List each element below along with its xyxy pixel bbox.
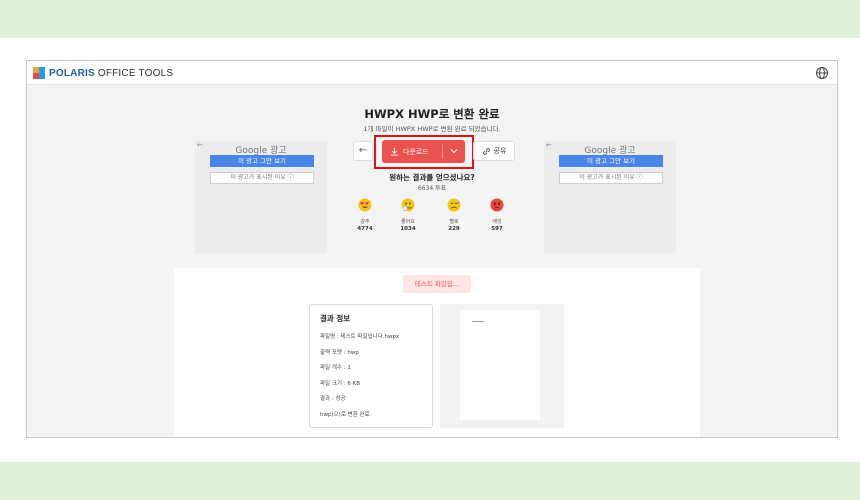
thumbs-up-emoji-icon: [401, 198, 415, 212]
share-label: 공유: [493, 147, 507, 155]
document-preview[interactable]: [440, 304, 564, 428]
brand-name: POLARIS OFFICE TOOLS: [49, 67, 174, 79]
preview-text-line: [472, 321, 484, 322]
page-title: HWPX HWP로 변환 완료: [364, 107, 500, 121]
ad-stop-button[interactable]: 이 광고 그만 보기: [210, 155, 314, 167]
top-bar: POLARIS OFFICE TOOLS: [27, 61, 837, 85]
result-status: 결과 : 성공: [320, 396, 346, 402]
browser-window: POLARIS OFFICE TOOLS HWPX HWP로 변환 완료 1개 …: [26, 60, 838, 438]
result-panel: 테스트 파일입... 결과 정보 파일명 : 테스트 파일입니다.hwpx 출력…: [174, 268, 700, 437]
reaction-count: 597: [491, 226, 503, 232]
link-icon: [482, 147, 490, 155]
reaction-count: 229: [448, 226, 460, 232]
reaction-label: 강추: [360, 219, 370, 225]
result-summary: hwp(으)로 변환 완료: [320, 411, 370, 418]
reaction-count: 4774: [357, 226, 373, 232]
outer-frame-bottom: [0, 438, 860, 462]
reaction-angry[interactable]: 애잇 597: [482, 197, 512, 232]
polaris-logo-icon: [33, 67, 45, 79]
globe-icon[interactable]: [815, 66, 829, 80]
download-highlight-box: [374, 135, 474, 169]
result-file-count: 파일 개수 : 1: [320, 365, 351, 371]
ad-stop-button[interactable]: 이 광고 그만 보기: [559, 155, 663, 167]
sad-sweat-emoji-icon: [447, 198, 461, 212]
reaction-love[interactable]: 강추 4774: [350, 197, 380, 232]
feedback-question: 원하는 결과를 얻으셨나요?: [389, 173, 475, 182]
reaction-meh[interactable]: 별로 229: [439, 197, 469, 232]
brand-logo[interactable]: POLARIS OFFICE TOOLS: [33, 67, 173, 79]
preview-page: [460, 310, 540, 420]
reaction-label: 별로: [449, 219, 459, 225]
result-file-size: 파일 크기 : 6 KB: [320, 380, 360, 387]
reaction-label: 좋아요: [401, 219, 415, 225]
reaction-label: 애잇: [492, 219, 502, 225]
share-button[interactable]: 공유: [473, 141, 515, 161]
file-chip[interactable]: 테스트 파일입...: [403, 275, 471, 293]
heart-eyes-emoji-icon: [358, 198, 372, 212]
reaction-count: 1034: [400, 226, 416, 232]
outer-frame-top: [0, 38, 860, 60]
result-filename: 파일명 : 테스트 파일입니다.hwpx: [320, 334, 400, 340]
ad-left: ← Google 광고 이 광고 그만 보기 이 광고가 표시된 이유 ⓘ: [195, 141, 327, 253]
outer-background-bottom: [0, 462, 860, 500]
outer-background-top: [0, 0, 860, 38]
outer-frame-left: [0, 60, 26, 438]
reaction-like[interactable]: 좋아요 1034: [393, 197, 423, 232]
angry-emoji-icon: [490, 198, 504, 212]
result-info-title: 결과 정보: [320, 314, 351, 323]
result-format: 출력 포맷 : hwp: [320, 349, 359, 356]
back-button[interactable]: ←: [353, 141, 373, 161]
reaction-list: 강추 4774 좋아요 1034 별로 229 애잇 597: [350, 197, 512, 237]
result-info-card: 결과 정보 파일명 : 테스트 파일입니다.hwpx 출력 포맷 : hwp 파…: [309, 304, 433, 428]
page-subtitle: 1개 파일이 HWPX HWP로 변환 완료 되었습니다.: [363, 125, 501, 133]
ad-right: ← Google 광고 이 광고 그만 보기 이 광고가 표시된 이유 ⓘ: [544, 141, 676, 253]
outer-frame-right: [838, 60, 860, 438]
vote-count: 6634 투표: [417, 185, 447, 192]
